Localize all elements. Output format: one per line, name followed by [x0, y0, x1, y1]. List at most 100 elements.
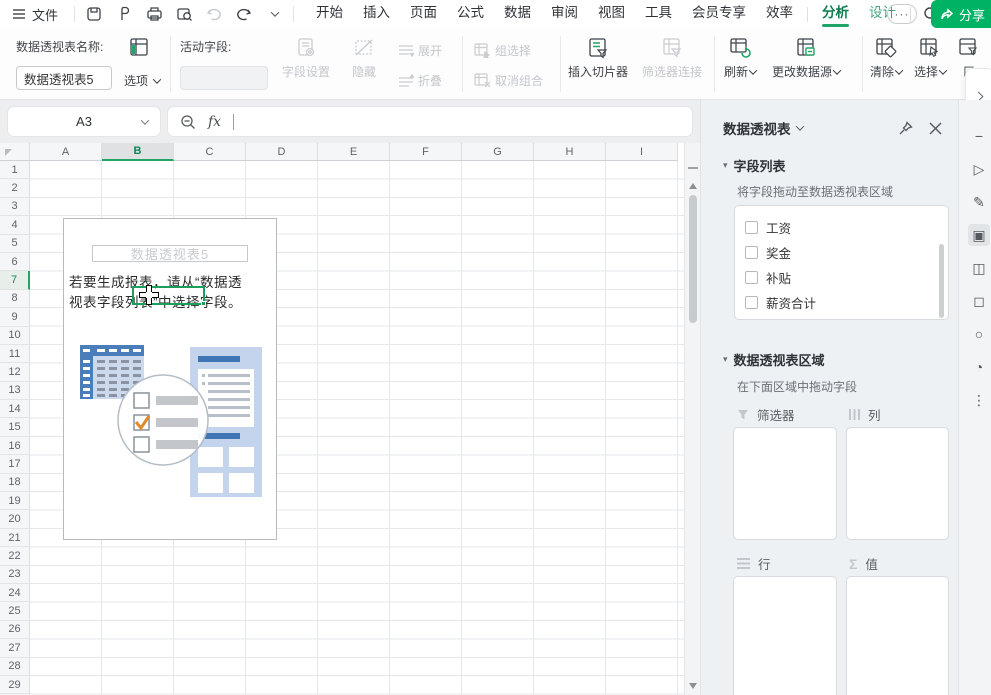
checkbox-icon[interactable] [745, 221, 758, 234]
row-header-2[interactable]: 2 [0, 179, 30, 197]
column-header-D[interactable]: D [246, 143, 318, 161]
checkbox-icon[interactable] [745, 246, 758, 259]
column-header-I[interactable]: I [606, 143, 678, 161]
cell-name-box[interactable]: A3 [8, 107, 160, 136]
undo-icon[interactable] [201, 2, 227, 26]
close-icon[interactable] [929, 122, 942, 135]
window-more-icon[interactable]: ··· [887, 4, 917, 24]
column-header-H[interactable]: H [534, 143, 606, 161]
sidebar-mini-icon[interactable]: ▷ [968, 158, 990, 180]
scroll-down-arrow[interactable] [689, 683, 697, 689]
file-menu-button[interactable]: 文件 [0, 0, 68, 28]
pivot-placeholder[interactable]: 数据透视表5 若要生成报表，请从“数据透 视表字段列表”中选择字段。 [63, 218, 277, 540]
row-header-24[interactable]: 24 [0, 584, 30, 602]
hide-button[interactable]: 隐藏 [352, 36, 376, 80]
change-data-source-button[interactable]: 更改数据源 [772, 36, 840, 80]
print-preview-icon[interactable] [171, 2, 197, 26]
sidebar-mini-icon[interactable]: ○ [968, 323, 990, 345]
sidebar-mini-icon[interactable]: ⋮ [968, 389, 990, 411]
tab-审阅[interactable]: 审阅 [541, 0, 588, 28]
row-header-1[interactable]: 1 [0, 161, 30, 179]
options-button[interactable]: 选项 [124, 72, 160, 89]
field-item-工资[interactable]: 工资 [745, 215, 938, 240]
sidebar-mini-icon[interactable]: ◔ [968, 356, 990, 378]
row-header-20[interactable]: 20 [0, 510, 30, 528]
tab-开始[interactable]: 开始 [306, 0, 353, 28]
refresh-button[interactable]: 刷新 [724, 36, 756, 80]
tab-视图[interactable]: 视图 [588, 0, 635, 28]
checkbox-icon[interactable] [745, 271, 758, 284]
row-header-17[interactable]: 17 [0, 455, 30, 473]
sidebar-mini-icon[interactable]: ◻ [968, 290, 990, 312]
split-handle-icon[interactable] [688, 167, 698, 169]
column-header-B[interactable]: B [102, 143, 174, 161]
filters-drop-zone[interactable] [733, 427, 837, 540]
select-button[interactable]: 选择 [914, 36, 946, 80]
row-header-23[interactable]: 23 [0, 566, 30, 584]
row-header-13[interactable]: 13 [0, 382, 30, 400]
field-item-薪资合计[interactable]: 薪资合计 [745, 290, 938, 315]
field-item-补贴[interactable]: 补贴 [745, 265, 938, 290]
tab-公式[interactable]: 公式 [447, 0, 494, 28]
fill-handle[interactable] [201, 301, 206, 306]
row-header-5[interactable]: 5 [0, 235, 30, 253]
row-header-14[interactable]: 14 [0, 400, 30, 418]
column-header-A[interactable]: A [30, 143, 102, 161]
row-header-22[interactable]: 22 [0, 547, 30, 565]
columns-drop-zone[interactable] [846, 427, 949, 540]
scroll-up-arrow[interactable] [689, 183, 697, 189]
tab-数据[interactable]: 数据 [494, 0, 541, 28]
row-header-9[interactable]: 9 [0, 308, 30, 326]
pivot-name-input[interactable]: 数据透视表5 [16, 66, 112, 90]
tab-插入[interactable]: 插入 [353, 0, 400, 28]
tab-效率[interactable]: 效率 [756, 0, 803, 28]
chevron-down-icon[interactable] [795, 122, 803, 130]
sidebar-mini-icon[interactable]: ✎ [968, 191, 990, 213]
row-header-19[interactable]: 19 [0, 492, 30, 510]
group-select-button[interactable]: 组选择 [474, 42, 531, 59]
row-header-25[interactable]: 25 [0, 602, 30, 620]
row-header-7[interactable]: 7 [0, 271, 30, 289]
tab-分析[interactable]: 分析 [812, 0, 859, 28]
sidebar-mini-icon[interactable]: − [968, 125, 990, 147]
row-header-11[interactable]: 11 [0, 345, 30, 363]
areas-section-header[interactable]: ▾ 数据透视表区域 [723, 350, 825, 369]
row-header-12[interactable]: 12 [0, 363, 30, 381]
field-list-section-header[interactable]: ▾ 字段列表 [723, 156, 786, 175]
row-header-21[interactable]: 21 [0, 529, 30, 547]
row-header-3[interactable]: 3 [0, 198, 30, 216]
row-header-6[interactable]: 6 [0, 253, 30, 271]
expand-button[interactable]: 展开 [398, 42, 442, 59]
row-header-18[interactable]: 18 [0, 474, 30, 492]
scrollbar-thumb[interactable] [689, 195, 697, 323]
export-pdf-icon[interactable] [111, 2, 137, 26]
row-header-16[interactable]: 16 [0, 437, 30, 455]
vertical-scrollbar[interactable] [684, 143, 700, 695]
print-icon[interactable] [141, 2, 167, 26]
row-header-26[interactable]: 26 [0, 621, 30, 639]
row-header-28[interactable]: 28 [0, 658, 30, 676]
redo-icon[interactable] [231, 2, 257, 26]
row-header-27[interactable]: 27 [0, 639, 30, 657]
save-icon[interactable] [81, 2, 107, 26]
sidebar-mini-icon[interactable]: ◫ [968, 257, 990, 279]
select-all-corner[interactable] [0, 143, 30, 161]
column-header-G[interactable]: G [462, 143, 534, 161]
toolbar-more-chevron-icon[interactable] [261, 2, 287, 26]
column-header-E[interactable]: E [318, 143, 390, 161]
tab-工具[interactable]: 工具 [635, 0, 682, 28]
rows-drop-zone[interactable] [733, 576, 837, 695]
share-button[interactable]: 分享 [931, 0, 991, 28]
field-list-scrollbar[interactable] [939, 244, 944, 318]
column-header-C[interactable]: C [174, 143, 246, 161]
checkbox-icon[interactable] [745, 296, 758, 309]
row-header-15[interactable]: 15 [0, 418, 30, 436]
clear-button[interactable]: 清除 [870, 36, 902, 80]
collapse-button[interactable]: 折叠 [398, 72, 442, 89]
values-drop-zone[interactable] [846, 576, 949, 695]
row-header-8[interactable]: 8 [0, 290, 30, 308]
sidebar-mini-icon[interactable]: ▣ [968, 224, 990, 246]
active-field-input[interactable] [180, 66, 268, 90]
column-header-F[interactable]: F [390, 143, 462, 161]
insert-slicer-button[interactable]: 插入切片器 [568, 36, 628, 80]
